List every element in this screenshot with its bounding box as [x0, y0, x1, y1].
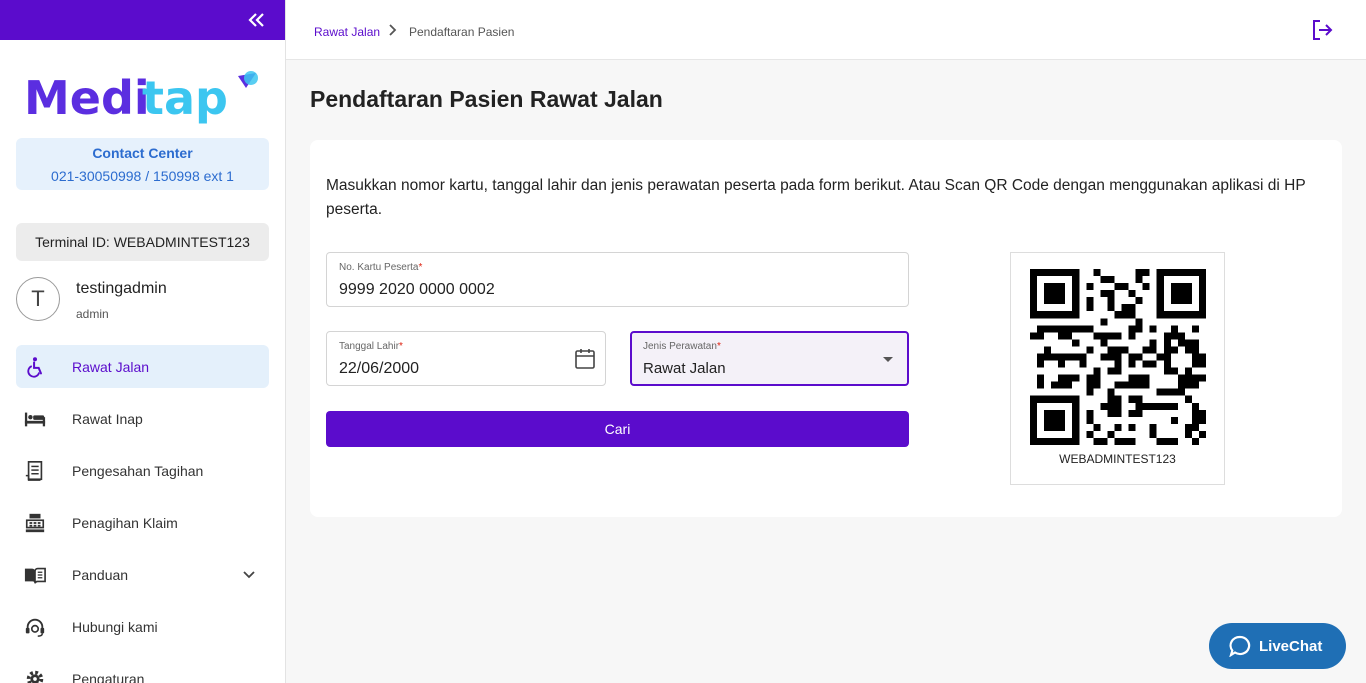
- collapse-sidebar-icon[interactable]: [245, 9, 267, 31]
- sidebar-item-label: Rawat Inap: [72, 411, 143, 427]
- sidebar-item-label: Panduan: [72, 567, 129, 583]
- contact-center-title: Contact Center: [92, 145, 193, 161]
- sidebar-item-rawat-jalan[interactable]: Rawat Jalan: [16, 345, 269, 388]
- birth-date-input[interactable]: [339, 360, 562, 378]
- intro-text: Masukkan nomor kartu, tanggal lahir dan …: [326, 177, 1306, 218]
- calendar-icon[interactable]: [575, 348, 595, 370]
- user-role: admin: [76, 307, 109, 321]
- sidebar-item-rawat-inap[interactable]: Rawat Inap: [16, 397, 269, 440]
- qr-caption: WEBADMINTEST123: [1059, 452, 1176, 466]
- breadcrumb-current: Pendaftaran Pasien: [409, 25, 515, 39]
- sidebar-item-panduan[interactable]: Panduan: [16, 553, 269, 596]
- dropdown-arrow-icon[interactable]: [883, 357, 893, 362]
- wheelchair-icon: [27, 357, 42, 378]
- meditap-logo: Medi tap: [24, 70, 264, 128]
- sidebar-item-label: Hubungi kami: [72, 619, 158, 635]
- user-name: testingadmin: [76, 280, 167, 297]
- birth-date-label: Tanggal Lahir*: [339, 341, 403, 352]
- sidebar: Medi tap Contact Center 021-30050998 / 1…: [0, 0, 286, 683]
- qr-code-image: [1030, 269, 1206, 445]
- sidebar-item-hubungi-kami[interactable]: Hubungi kami: [16, 605, 269, 648]
- sidebar-nav: Rawat Jalan Rawat Inap Pengesahan Tagiha…: [16, 345, 269, 683]
- chevron-right-icon: [389, 24, 397, 36]
- livechat-button[interactable]: LiveChat: [1209, 623, 1346, 669]
- top-bar: Rawat Jalan Pendaftaran Pasien: [286, 0, 1366, 60]
- breadcrumb-parent[interactable]: Rawat Jalan: [314, 25, 380, 39]
- care-type-value: Rawat Jalan: [643, 360, 726, 377]
- sidebar-item-penagihan-klaim[interactable]: Penagihan Klaim: [16, 501, 269, 544]
- sidebar-item-label: Pengesahan Tagihan: [72, 463, 204, 479]
- sidebar-item-label: Penagihan Klaim: [72, 515, 178, 531]
- page-title: Pendaftaran Pasien Rawat Jalan: [310, 86, 663, 112]
- sidebar-item-label: Rawat Jalan: [72, 359, 150, 375]
- search-button[interactable]: Cari: [326, 411, 909, 447]
- avatar: T: [16, 277, 60, 321]
- livechat-label: LiveChat: [1259, 638, 1323, 655]
- logo-text-part2: tap: [142, 71, 228, 125]
- card-number-input[interactable]: [339, 281, 804, 299]
- bed-icon: [24, 412, 46, 427]
- headset-icon: [25, 618, 45, 637]
- book-icon: [24, 567, 46, 584]
- chat-bubble-icon: [1229, 635, 1251, 657]
- receipt-icon: [25, 461, 43, 481]
- card-number-field[interactable]: No. Kartu Peserta*: [326, 252, 909, 307]
- gear-icon: [26, 670, 44, 683]
- care-type-label: Jenis Perawatan*: [643, 341, 721, 352]
- contact-center-phone: 021-30050998 / 150998 ext 1: [51, 168, 234, 184]
- care-type-select[interactable]: Jenis Perawatan* Rawat Jalan: [630, 331, 909, 386]
- user-profile: T testingadmin admin: [16, 277, 269, 323]
- sidebar-item-pengaturan[interactable]: Pengaturan: [16, 657, 269, 683]
- sidebar-header: [0, 0, 285, 40]
- sidebar-item-pengesahan-tagihan[interactable]: Pengesahan Tagihan: [16, 449, 269, 492]
- birth-date-field[interactable]: Tanggal Lahir*: [326, 331, 606, 386]
- qr-code-box: WEBADMINTEST123: [1010, 252, 1225, 485]
- chevron-down-icon[interactable]: [241, 567, 257, 583]
- terminal-id: Terminal ID: WEBADMINTEST123: [16, 223, 269, 261]
- logo-text-part1: Medi: [24, 71, 150, 125]
- cash-register-icon: [25, 513, 45, 533]
- card-number-label: No. Kartu Peserta*: [339, 262, 423, 273]
- registration-card: Masukkan nomor kartu, tanggal lahir dan …: [310, 140, 1342, 517]
- contact-center-box: Contact Center 021-30050998 / 150998 ext…: [16, 138, 269, 190]
- logout-icon[interactable]: [1310, 18, 1334, 42]
- sidebar-item-label: Pengaturan: [72, 671, 145, 683]
